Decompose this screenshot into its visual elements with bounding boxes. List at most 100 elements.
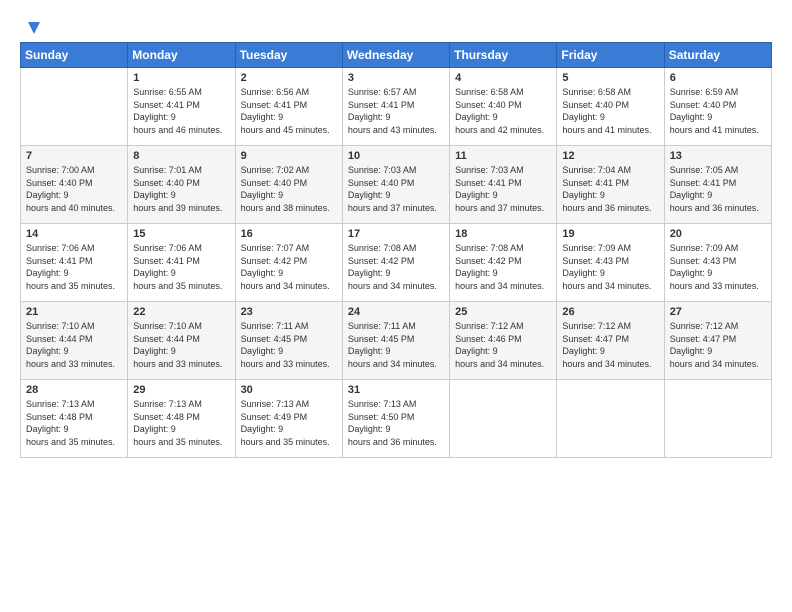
- day-info: Sunrise: 7:06 AM Sunset: 4:41 PM Dayligh…: [133, 242, 229, 292]
- day-cell: 15 Sunrise: 7:06 AM Sunset: 4:41 PM Dayl…: [128, 224, 235, 302]
- day-cell: 29 Sunrise: 7:13 AM Sunset: 4:48 PM Dayl…: [128, 380, 235, 458]
- day-number: 25: [455, 306, 551, 318]
- day-info: Sunrise: 7:07 AM Sunset: 4:42 PM Dayligh…: [241, 242, 337, 292]
- day-info: Sunrise: 7:08 AM Sunset: 4:42 PM Dayligh…: [348, 242, 444, 292]
- header-cell-friday: Friday: [557, 43, 664, 68]
- day-info: Sunrise: 7:12 AM Sunset: 4:46 PM Dayligh…: [455, 320, 551, 370]
- day-info: Sunrise: 7:06 AM Sunset: 4:41 PM Dayligh…: [26, 242, 122, 292]
- day-info: Sunrise: 7:12 AM Sunset: 4:47 PM Dayligh…: [562, 320, 658, 370]
- day-cell: 9 Sunrise: 7:02 AM Sunset: 4:40 PM Dayli…: [235, 146, 342, 224]
- header-cell-saturday: Saturday: [664, 43, 771, 68]
- day-info: Sunrise: 7:02 AM Sunset: 4:40 PM Dayligh…: [241, 164, 337, 214]
- page: SundayMondayTuesdayWednesdayThursdayFrid…: [0, 0, 792, 612]
- day-cell: 1 Sunrise: 6:55 AM Sunset: 4:41 PM Dayli…: [128, 68, 235, 146]
- day-number: 10: [348, 150, 444, 162]
- day-number: 19: [562, 228, 658, 240]
- day-number: 4: [455, 72, 551, 84]
- day-info: Sunrise: 6:56 AM Sunset: 4:41 PM Dayligh…: [241, 86, 337, 136]
- day-cell: 2 Sunrise: 6:56 AM Sunset: 4:41 PM Dayli…: [235, 68, 342, 146]
- day-number: 29: [133, 384, 229, 396]
- day-cell: 6 Sunrise: 6:59 AM Sunset: 4:40 PM Dayli…: [664, 68, 771, 146]
- day-number: 5: [562, 72, 658, 84]
- day-number: 26: [562, 306, 658, 318]
- day-number: 3: [348, 72, 444, 84]
- day-number: 6: [670, 72, 766, 84]
- day-cell: 27 Sunrise: 7:12 AM Sunset: 4:47 PM Dayl…: [664, 302, 771, 380]
- day-number: 9: [241, 150, 337, 162]
- day-info: Sunrise: 7:03 AM Sunset: 4:41 PM Dayligh…: [455, 164, 551, 214]
- header-cell-monday: Monday: [128, 43, 235, 68]
- day-info: Sunrise: 7:10 AM Sunset: 4:44 PM Dayligh…: [133, 320, 229, 370]
- day-cell: 10 Sunrise: 7:03 AM Sunset: 4:40 PM Dayl…: [342, 146, 449, 224]
- day-info: Sunrise: 7:12 AM Sunset: 4:47 PM Dayligh…: [670, 320, 766, 370]
- header-row: SundayMondayTuesdayWednesdayThursdayFrid…: [21, 43, 772, 68]
- day-cell: 7 Sunrise: 7:00 AM Sunset: 4:40 PM Dayli…: [21, 146, 128, 224]
- day-number: 24: [348, 306, 444, 318]
- day-number: 2: [241, 72, 337, 84]
- day-info: Sunrise: 7:03 AM Sunset: 4:40 PM Dayligh…: [348, 164, 444, 214]
- day-number: 7: [26, 150, 122, 162]
- day-info: Sunrise: 6:58 AM Sunset: 4:40 PM Dayligh…: [562, 86, 658, 136]
- day-number: 1: [133, 72, 229, 84]
- day-number: 13: [670, 150, 766, 162]
- day-number: 8: [133, 150, 229, 162]
- day-number: 20: [670, 228, 766, 240]
- day-cell: 23 Sunrise: 7:11 AM Sunset: 4:45 PM Dayl…: [235, 302, 342, 380]
- calendar-table: SundayMondayTuesdayWednesdayThursdayFrid…: [20, 42, 772, 458]
- day-info: Sunrise: 6:58 AM Sunset: 4:40 PM Dayligh…: [455, 86, 551, 136]
- day-info: Sunrise: 7:10 AM Sunset: 4:44 PM Dayligh…: [26, 320, 122, 370]
- day-info: Sunrise: 7:04 AM Sunset: 4:41 PM Dayligh…: [562, 164, 658, 214]
- day-cell: 4 Sunrise: 6:58 AM Sunset: 4:40 PM Dayli…: [450, 68, 557, 146]
- day-number: 15: [133, 228, 229, 240]
- day-info: Sunrise: 7:09 AM Sunset: 4:43 PM Dayligh…: [562, 242, 658, 292]
- day-info: Sunrise: 7:13 AM Sunset: 4:50 PM Dayligh…: [348, 398, 444, 448]
- week-row-5: 28 Sunrise: 7:13 AM Sunset: 4:48 PM Dayl…: [21, 380, 772, 458]
- day-cell: [450, 380, 557, 458]
- day-cell: 26 Sunrise: 7:12 AM Sunset: 4:47 PM Dayl…: [557, 302, 664, 380]
- day-cell: 18 Sunrise: 7:08 AM Sunset: 4:42 PM Dayl…: [450, 224, 557, 302]
- day-info: Sunrise: 7:08 AM Sunset: 4:42 PM Dayligh…: [455, 242, 551, 292]
- day-cell: 20 Sunrise: 7:09 AM Sunset: 4:43 PM Dayl…: [664, 224, 771, 302]
- day-cell: 17 Sunrise: 7:08 AM Sunset: 4:42 PM Dayl…: [342, 224, 449, 302]
- day-info: Sunrise: 6:57 AM Sunset: 4:41 PM Dayligh…: [348, 86, 444, 136]
- week-row-2: 7 Sunrise: 7:00 AM Sunset: 4:40 PM Dayli…: [21, 146, 772, 224]
- day-number: 11: [455, 150, 551, 162]
- day-info: Sunrise: 7:13 AM Sunset: 4:49 PM Dayligh…: [241, 398, 337, 448]
- header-cell-thursday: Thursday: [450, 43, 557, 68]
- day-cell: 14 Sunrise: 7:06 AM Sunset: 4:41 PM Dayl…: [21, 224, 128, 302]
- day-info: Sunrise: 7:11 AM Sunset: 4:45 PM Dayligh…: [348, 320, 444, 370]
- day-info: Sunrise: 7:00 AM Sunset: 4:40 PM Dayligh…: [26, 164, 122, 214]
- day-number: 30: [241, 384, 337, 396]
- day-info: Sunrise: 7:09 AM Sunset: 4:43 PM Dayligh…: [670, 242, 766, 292]
- day-number: 23: [241, 306, 337, 318]
- day-number: 18: [455, 228, 551, 240]
- day-info: Sunrise: 7:05 AM Sunset: 4:41 PM Dayligh…: [670, 164, 766, 214]
- day-info: Sunrise: 7:13 AM Sunset: 4:48 PM Dayligh…: [133, 398, 229, 448]
- day-cell: 21 Sunrise: 7:10 AM Sunset: 4:44 PM Dayl…: [21, 302, 128, 380]
- day-number: 31: [348, 384, 444, 396]
- day-number: 12: [562, 150, 658, 162]
- day-cell: 11 Sunrise: 7:03 AM Sunset: 4:41 PM Dayl…: [450, 146, 557, 224]
- day-cell: 22 Sunrise: 7:10 AM Sunset: 4:44 PM Dayl…: [128, 302, 235, 380]
- day-cell: 25 Sunrise: 7:12 AM Sunset: 4:46 PM Dayl…: [450, 302, 557, 380]
- day-cell: 19 Sunrise: 7:09 AM Sunset: 4:43 PM Dayl…: [557, 224, 664, 302]
- logo: [20, 18, 40, 32]
- day-cell: 13 Sunrise: 7:05 AM Sunset: 4:41 PM Dayl…: [664, 146, 771, 224]
- day-cell: 12 Sunrise: 7:04 AM Sunset: 4:41 PM Dayl…: [557, 146, 664, 224]
- day-cell: 8 Sunrise: 7:01 AM Sunset: 4:40 PM Dayli…: [128, 146, 235, 224]
- day-info: Sunrise: 7:11 AM Sunset: 4:45 PM Dayligh…: [241, 320, 337, 370]
- day-cell: [557, 380, 664, 458]
- day-number: 16: [241, 228, 337, 240]
- logo-icon: [22, 18, 40, 36]
- day-info: Sunrise: 7:01 AM Sunset: 4:40 PM Dayligh…: [133, 164, 229, 214]
- day-cell: 5 Sunrise: 6:58 AM Sunset: 4:40 PM Dayli…: [557, 68, 664, 146]
- day-cell: 3 Sunrise: 6:57 AM Sunset: 4:41 PM Dayli…: [342, 68, 449, 146]
- week-row-3: 14 Sunrise: 7:06 AM Sunset: 4:41 PM Dayl…: [21, 224, 772, 302]
- week-row-4: 21 Sunrise: 7:10 AM Sunset: 4:44 PM Dayl…: [21, 302, 772, 380]
- day-number: 14: [26, 228, 122, 240]
- day-number: 27: [670, 306, 766, 318]
- day-number: 21: [26, 306, 122, 318]
- header-cell-tuesday: Tuesday: [235, 43, 342, 68]
- day-cell: 16 Sunrise: 7:07 AM Sunset: 4:42 PM Dayl…: [235, 224, 342, 302]
- day-info: Sunrise: 6:59 AM Sunset: 4:40 PM Dayligh…: [670, 86, 766, 136]
